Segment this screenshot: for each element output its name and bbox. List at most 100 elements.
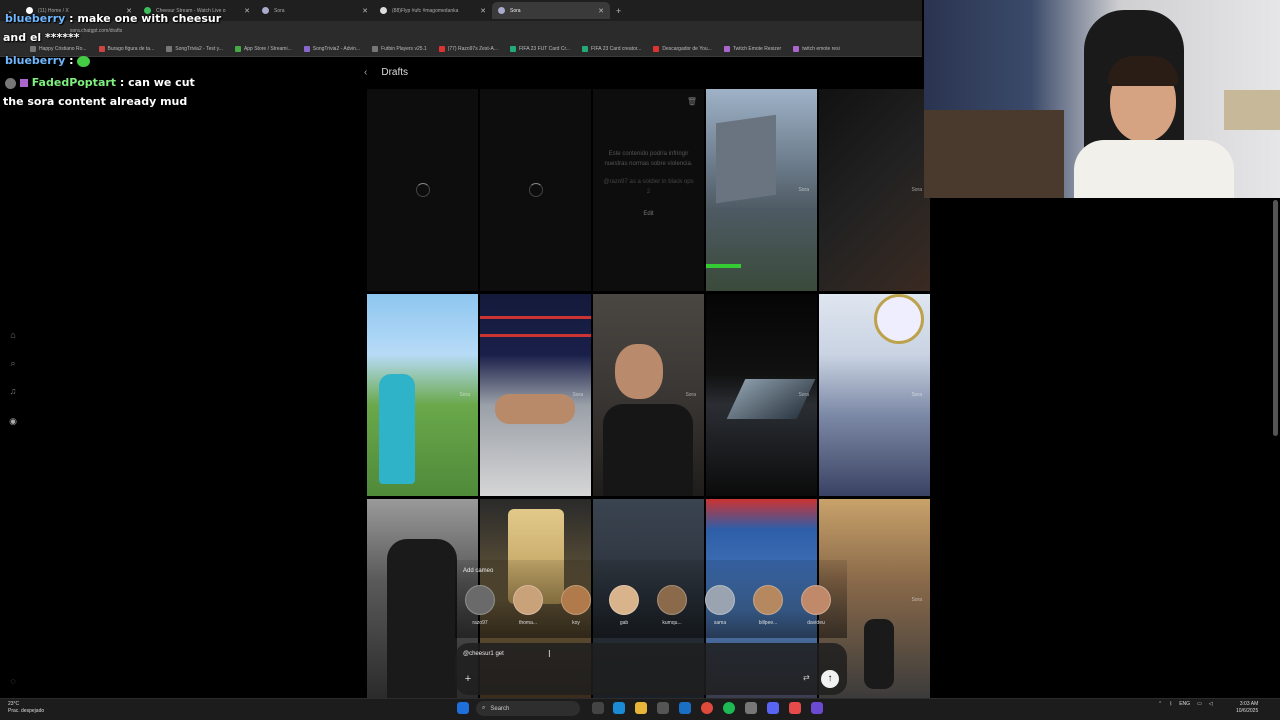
drafts-header: ‹ Drafts xyxy=(364,67,408,78)
cameo-avatar-option[interactable]: gab xyxy=(607,585,641,626)
windows-start-icon[interactable] xyxy=(457,702,469,714)
close-tab-icon[interactable]: ✕ xyxy=(598,7,604,15)
close-tab-icon[interactable]: ✕ xyxy=(362,7,368,15)
notifications-icon[interactable]: ♫ xyxy=(8,386,18,396)
mail-icon[interactable] xyxy=(679,702,691,714)
sora-favicon-icon xyxy=(498,7,505,14)
prompt-box[interactable] xyxy=(455,643,847,695)
emote-icon xyxy=(77,55,91,67)
building-shape xyxy=(716,114,776,204)
sora-watermark: Sora xyxy=(911,597,922,603)
cameo-avatar-option[interactable]: davideu xyxy=(799,585,833,626)
bluetooth-icon[interactable]: ᛒ xyxy=(1169,701,1172,707)
bookmark[interactable]: Descargador de You... xyxy=(653,45,712,52)
bookmark[interactable]: (77) Razo97s Zest-A... xyxy=(438,45,498,52)
draft-video-thumbnail[interactable]: Sora xyxy=(480,294,591,496)
draft-blocked-tile[interactable]: 🗑 Este contenido podría infringir nuestr… xyxy=(593,89,704,291)
motorcycle-shape xyxy=(864,619,894,689)
ring-rope-shape xyxy=(480,334,591,337)
trash-icon[interactable]: 🗑 xyxy=(687,97,697,106)
bookmark[interactable]: Twitch Emote Resizer xyxy=(723,45,781,52)
page-scrollbar[interactable] xyxy=(1273,200,1278,436)
spotify-icon[interactable] xyxy=(723,702,735,714)
bookmark[interactable]: Happy Cristiano Ro... xyxy=(30,45,87,52)
bookmark-icon xyxy=(509,45,516,52)
edit-button[interactable]: Edit xyxy=(603,209,694,219)
app-icon[interactable] xyxy=(811,702,823,714)
sora-watermark: Sora xyxy=(459,392,470,398)
send-button[interactable]: ↑ xyxy=(821,670,839,688)
obs-icon[interactable] xyxy=(745,702,757,714)
draft-video-thumbnail[interactable]: Sora xyxy=(367,294,478,496)
task-view-icon[interactable] xyxy=(592,702,604,714)
cameo-avatar-option[interactable]: koy xyxy=(559,585,593,626)
draft-video-thumbnail[interactable]: Sora xyxy=(593,294,704,496)
home-icon[interactable]: ⌂ xyxy=(8,330,18,340)
settings-icon[interactable]: ◌ xyxy=(8,676,18,686)
bookmark[interactable]: SongTrivia2 - Test y... xyxy=(166,45,223,52)
add-media-button[interactable]: + xyxy=(461,672,475,686)
streamer-hair xyxy=(1108,56,1178,86)
weather-widget[interactable]: 23°C Prac. despejado xyxy=(8,701,44,715)
search-icon[interactable]: ⌕ xyxy=(8,358,18,368)
tray-overflow-icon[interactable]: ⌃ xyxy=(1158,701,1162,707)
draft-loading-tile[interactable] xyxy=(480,89,591,291)
text-cursor-icon: I xyxy=(548,649,551,660)
chrome-icon[interactable] xyxy=(701,702,713,714)
draft-video-thumbnail[interactable]: Sora xyxy=(706,89,817,291)
webcam-feed xyxy=(924,0,1280,198)
store-icon[interactable] xyxy=(657,702,669,714)
bookmark-icon xyxy=(372,45,379,52)
discord-icon[interactable] xyxy=(767,702,779,714)
draft-video-thumbnail[interactable]: Sora xyxy=(819,89,930,291)
profile-icon[interactable]: ◉ xyxy=(8,416,18,426)
language-indicator[interactable]: ENG xyxy=(1179,701,1190,707)
cameo-name: gab xyxy=(619,620,629,626)
bookmark[interactable]: FIFA 23 FUT Card Cr... xyxy=(509,45,570,52)
cameo-avatar-option[interactable]: razo97 xyxy=(463,585,497,626)
draft-loading-tile[interactable] xyxy=(367,89,478,291)
cameo-name: davideu xyxy=(807,620,825,626)
add-cameo-label: Add cameo xyxy=(463,568,494,574)
bookmark[interactable]: SongTrivia2 - Advin... xyxy=(303,45,360,52)
browser-tab[interactable]: Sora ✕ xyxy=(256,2,374,19)
music-app-icon[interactable] xyxy=(789,702,801,714)
close-tab-icon[interactable]: ✕ xyxy=(244,7,250,15)
new-tab-button[interactable]: + xyxy=(616,6,621,16)
avatar xyxy=(513,585,543,615)
taskbar-clock[interactable]: 3:03 AM 10/6/2025 xyxy=(1236,701,1258,715)
browser-tab[interactable]: (88)Flyp #ufc #magomedanka ✕ xyxy=(374,2,492,19)
cameo-name: koy xyxy=(572,620,580,626)
back-arrow-icon[interactable]: ‹ xyxy=(364,67,367,78)
streamer-shirt xyxy=(1074,140,1234,198)
bookmark[interactable]: Futbin Players v25.1 xyxy=(372,45,427,52)
bookmark-icon xyxy=(723,45,730,52)
edge-icon[interactable] xyxy=(613,702,625,714)
cameo-avatar-option[interactable]: billpee... xyxy=(751,585,785,626)
bookmark[interactable]: App Store / Streami... xyxy=(234,45,292,52)
avatar xyxy=(801,585,831,615)
volume-icon[interactable]: ◁ xyxy=(1209,701,1213,707)
draft-video-thumbnail[interactable]: Sora xyxy=(706,294,817,496)
cameo-avatar-option[interactable]: thoma... xyxy=(511,585,545,626)
prompt-settings-button[interactable]: ⇄ xyxy=(803,673,810,682)
bookmark-icon xyxy=(30,45,36,52)
cameo-avatar-option[interactable]: sama xyxy=(703,585,737,626)
crest-shape xyxy=(874,294,924,344)
close-tab-icon[interactable]: ✕ xyxy=(480,7,486,15)
badge-icon xyxy=(5,77,16,89)
bookmark[interactable]: twitch emote resi xyxy=(793,45,840,52)
file-explorer-icon[interactable] xyxy=(635,702,647,714)
cameo-avatar-option[interactable]: kumqu... xyxy=(655,585,689,626)
chat-message: blueberry : make one with cheesur xyxy=(5,12,222,25)
bookmark[interactable]: FIFA 23 Card creator... xyxy=(582,45,641,52)
prompt-input[interactable]: @cheesur1 get xyxy=(463,651,504,657)
browser-tab-active[interactable]: Sora ✕ xyxy=(492,2,610,19)
avatar xyxy=(465,585,495,615)
sub-badge-icon xyxy=(19,79,28,87)
draft-video-thumbnail[interactable]: Sora xyxy=(819,294,930,496)
sora-watermark: Sora xyxy=(685,392,696,398)
taskbar-search[interactable]: ⌕ Search xyxy=(476,701,580,716)
network-icon[interactable]: ▭ xyxy=(1197,701,1202,707)
bookmark[interactable]: Burago figura de ta... xyxy=(98,45,154,52)
